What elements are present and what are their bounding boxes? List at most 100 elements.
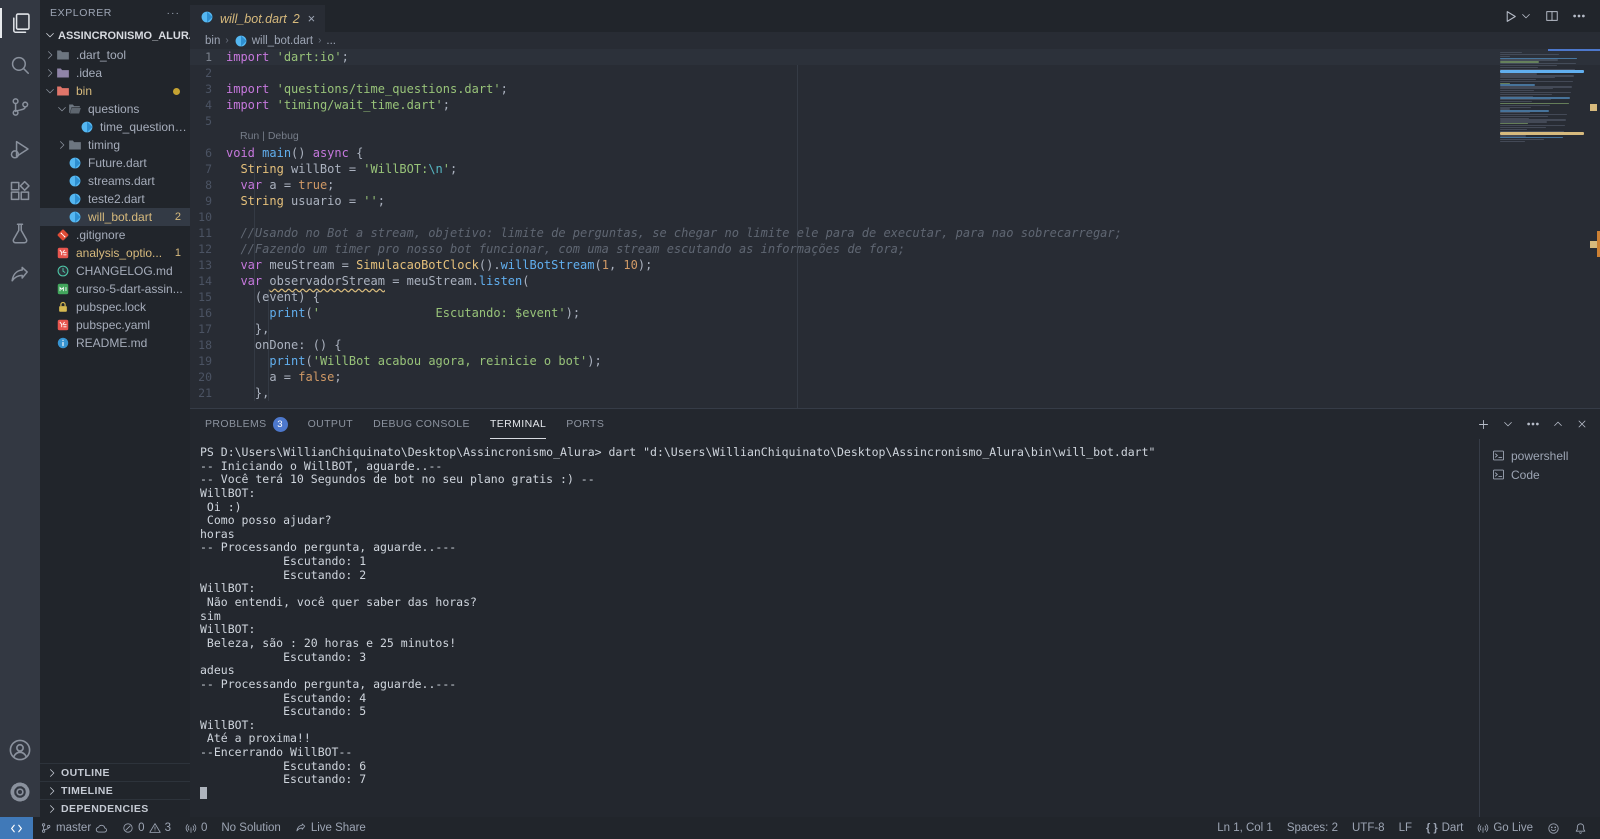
tree-item-time-questions-[interactable]: time_questions.... [40, 118, 190, 136]
status-language-mode[interactable]: { } Dart [1419, 817, 1470, 839]
tree-item-pubspec-lock[interactable]: pubspec.lock [40, 298, 190, 316]
breadcrumb-item[interactable]: will_bot.dart [234, 34, 313, 48]
status-notifications[interactable] [1567, 817, 1594, 839]
tab-close-icon[interactable]: × [308, 11, 316, 26]
tree-item-will-bot-dart[interactable]: will_bot.dart 2 [40, 208, 190, 226]
line-number: 4 [205, 98, 212, 112]
antenna-icon [1477, 822, 1489, 834]
panel-close-button[interactable] [1576, 418, 1588, 430]
feedback-icon [1547, 822, 1560, 835]
status-live-share[interactable]: Live Share [288, 817, 373, 839]
status-feedback[interactable] [1540, 817, 1567, 839]
panel-chevron-down-button[interactable] [1502, 418, 1514, 430]
tree-item-bin[interactable]: bin [40, 82, 190, 100]
activity-source-control[interactable] [0, 86, 40, 128]
breadcrumb-separator: › [318, 35, 322, 46]
panel-tab-output[interactable]: OUTPUT [308, 409, 354, 439]
terminal-line: -- Você terá 10 Segundos de bot no seu p… [200, 472, 595, 487]
file-label: .dart_tool [76, 48, 127, 62]
chevron-up-icon [1552, 418, 1564, 430]
tree-item--idea[interactable]: .idea [40, 64, 190, 82]
terminal-line: Escutando: 6 [200, 758, 367, 773]
panel-tab-problems[interactable]: PROBLEMS 3 [205, 409, 288, 439]
activity-run-debug[interactable] [0, 128, 40, 170]
minimap[interactable] [1500, 52, 1584, 143]
tab-title: will_bot.dart [220, 11, 287, 26]
file-label: timing [88, 138, 121, 152]
tree-item-future-dart[interactable]: Future.dart [40, 154, 190, 172]
tree-item-pubspec-yaml[interactable]: pubspec.yaml [40, 316, 190, 334]
tree-item-streams-dart[interactable]: streams.dart [40, 172, 190, 190]
code-line-11: 11 //Usando no Bot a stream, objetivo: l… [190, 225, 1600, 241]
chevron-right-icon [56, 139, 68, 151]
status-right: Ln 1, Col 1 Spaces: 2 UTF-8 LF{ } Dart Go Liv… [1210, 817, 1600, 839]
status-encoding[interactable]: UTF-8 [1345, 817, 1392, 839]
section-dependencies[interactable]: DEPENDENCIES [40, 799, 190, 817]
explorer-sidebar: EXPLORER ··· ASSINCRONISMO_ALURA .dart_t… [40, 0, 190, 817]
line-number: 19 [198, 354, 212, 368]
tree-item-changelog-md[interactable]: CHANGELOG.md [40, 262, 190, 280]
panel-tab-debug-console[interactable]: DEBUG CONSOLE [373, 409, 470, 439]
panel-plus-button[interactable] [1477, 418, 1490, 431]
status-git-branch[interactable]: master [33, 817, 115, 839]
branch-icon [40, 822, 52, 834]
code-editor[interactable]: 1 import 'dart:io'; 2 3 import 'questions/ti… [190, 49, 1600, 408]
activity-search[interactable] [0, 44, 40, 86]
codelens-run-debug[interactable]: Run | Debug [190, 129, 1600, 145]
split-editor-button[interactable] [1545, 9, 1559, 23]
activity-settings[interactable] [0, 771, 40, 813]
tree-item-timing[interactable]: timing [40, 136, 190, 154]
status-ports[interactable]: 0 [178, 817, 214, 839]
status-solution[interactable]: No Solution [214, 817, 287, 839]
terminal-line: Escutando: 7 [200, 772, 367, 787]
status-remote-indicator[interactable] [0, 817, 33, 839]
tree-item--dart-tool[interactable]: .dart_tool [40, 46, 190, 64]
tree-item-questions[interactable]: questions [40, 100, 190, 118]
panel-tab-ports[interactable]: PORTS [566, 409, 604, 439]
code-line-15: 15 (event) { [190, 289, 1600, 305]
status-eol[interactable]: LF [1392, 817, 1419, 839]
project-root-row[interactable]: ASSINCRONISMO_ALURA [40, 26, 190, 46]
activity-explorer[interactable] [0, 2, 40, 44]
code-line-3: 3 import 'questions/time_questions.dart'; [190, 81, 1600, 97]
tree-item-curso-5-dart-assin-[interactable]: curso-5-dart-assin... [40, 280, 190, 298]
terminal-line: adeus [200, 663, 235, 678]
activity-testing[interactable] [0, 212, 40, 254]
terminal-list: powershell Code [1479, 439, 1600, 817]
terminal-output[interactable]: PS D:\Users\WillianChiquinato\Desktop\As… [190, 439, 1479, 817]
code-line-19: 19 print('WillBot acabou agora, reinicie… [190, 353, 1600, 369]
activity-live-share[interactable] [0, 254, 40, 296]
tab-will-bot-dart[interactable]: will_bot.dart 2 × [190, 5, 326, 32]
file-label: CHANGELOG.md [76, 264, 173, 278]
breadcrumb-item[interactable]: ... [326, 35, 336, 47]
status-go-live[interactable]: Go Live [1470, 817, 1540, 839]
run-button[interactable] [1503, 9, 1532, 24]
clock-icon [56, 264, 70, 278]
breadcrumb-item[interactable]: bin [205, 35, 220, 47]
activity-account[interactable] [0, 729, 40, 771]
terminal-instance-code[interactable]: Code [1480, 465, 1600, 484]
explorer-more-icon[interactable]: ··· [167, 7, 181, 19]
tree-item-analysis-optio-[interactable]: analysis_optio... 1 [40, 244, 190, 262]
status-indentation[interactable]: Spaces: 2 [1280, 817, 1345, 839]
section-timeline[interactable]: TIMELINE [40, 781, 190, 799]
panel-tab-terminal[interactable]: TERMINAL [489, 409, 547, 439]
tree-item-teste2-dart[interactable]: teste2.dart [40, 190, 190, 208]
tree-item--gitignore[interactable]: .gitignore [40, 226, 190, 244]
panel-more-button[interactable] [1526, 417, 1540, 431]
status-problems[interactable]: 03 [115, 817, 178, 839]
code-line-1: 1 import 'dart:io'; [190, 49, 1600, 65]
file-label: README.md [76, 336, 148, 350]
editor-scrollbar[interactable] [1548, 49, 1600, 408]
search-icon [9, 54, 31, 76]
panel-chevron-up-button[interactable] [1552, 418, 1564, 430]
editor-actions [1503, 9, 1600, 24]
terminal-line: Não entendi, você quer saber das horas? [200, 595, 477, 610]
section-outline[interactable]: OUTLINE [40, 763, 190, 781]
tree-item-readme-md[interactable]: README.md [40, 334, 190, 352]
activity-extensions[interactable] [0, 170, 40, 212]
file-label: teste2.dart [88, 192, 145, 206]
status-cursor-position[interactable]: Ln 1, Col 1 [1210, 817, 1280, 839]
editor-more-button[interactable] [1572, 9, 1586, 23]
terminal-instance-powershell[interactable]: powershell [1480, 446, 1600, 465]
